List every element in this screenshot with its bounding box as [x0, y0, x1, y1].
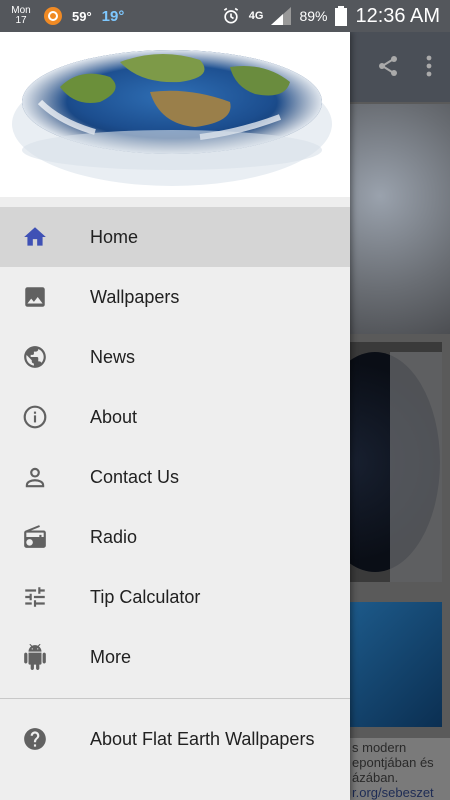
- drawer-menu: Home Wallpapers News About Contact Us Ra…: [0, 207, 350, 687]
- weather-temp-secondary: 19°: [101, 7, 125, 25]
- overflow-menu-icon[interactable]: [426, 54, 432, 78]
- menu-label: About Flat Earth Wallpapers: [90, 728, 315, 749]
- menu-label: Contact Us: [90, 466, 180, 487]
- network-type: 4G: [248, 10, 264, 22]
- help-icon: [24, 728, 46, 750]
- android-icon: [24, 644, 46, 670]
- menu-item-radio[interactable]: Radio: [0, 507, 350, 567]
- status-date: Mon 17: [10, 6, 32, 26]
- menu-item-home[interactable]: Home: [0, 207, 350, 267]
- alarm-icon: [223, 7, 238, 24]
- image-icon: [25, 287, 45, 307]
- wallpaper-card[interactable]: [350, 602, 442, 727]
- menu-item-news[interactable]: News: [0, 327, 350, 387]
- battery-icon: [335, 6, 348, 26]
- menu-label: Radio: [90, 526, 138, 547]
- menu-label: Home: [90, 226, 139, 247]
- menu-divider: [0, 698, 350, 699]
- ad-text: s modern: [352, 740, 407, 755]
- radio-icon: [24, 525, 46, 548]
- info-icon: [23, 405, 47, 429]
- status-date-number: 17: [15, 15, 27, 26]
- menu-label: Tip Calculator: [90, 586, 201, 607]
- menu-item-about[interactable]: About: [0, 387, 350, 447]
- wallpaper-card[interactable]: [310, 342, 442, 582]
- menu-label: Wallpapers: [90, 286, 180, 307]
- menu-label: More: [90, 646, 132, 667]
- menu-item-more[interactable]: More: [0, 627, 350, 687]
- ad-banner[interactable]: s modern epontjában és ázában. r.org/seb…: [350, 738, 450, 800]
- menu-label: About: [90, 406, 138, 427]
- flat-earth-illustration: [12, 41, 332, 186]
- ad-text: ázában.: [352, 770, 399, 785]
- menu-item-tip-calculator[interactable]: Tip Calculator: [0, 567, 350, 627]
- wallpaper-card[interactable]: [350, 104, 450, 334]
- app-notification-icon: [44, 7, 62, 25]
- menu-item-contact-us[interactable]: Contact Us: [0, 447, 350, 507]
- home-icon: [24, 227, 46, 246]
- ad-url: r.org/sebeszet: [352, 785, 434, 800]
- battery-percent: 89%: [299, 8, 328, 24]
- weather-temp-primary: 59°: [72, 8, 92, 24]
- menu-item-wallpapers[interactable]: Wallpapers: [0, 267, 350, 327]
- menu-label: News: [90, 346, 136, 367]
- share-icon[interactable]: [376, 54, 400, 78]
- menu-item-about-app[interactable]: About Flat Earth Wallpapers: [0, 709, 350, 769]
- drawer-header-image: [0, 32, 350, 197]
- sliders-icon: [25, 587, 45, 607]
- status-bar: Mon 17 59° 19° 4G 89% 12:36 AM: [0, 0, 450, 32]
- clock: 12:36 AM: [355, 4, 440, 27]
- globe-icon: [24, 346, 46, 368]
- person-icon: [25, 467, 45, 488]
- signal-icon: [271, 7, 292, 25]
- navigation-drawer: Home Wallpapers News About Contact Us Ra…: [0, 32, 350, 800]
- ad-text: epontjában és: [352, 755, 434, 770]
